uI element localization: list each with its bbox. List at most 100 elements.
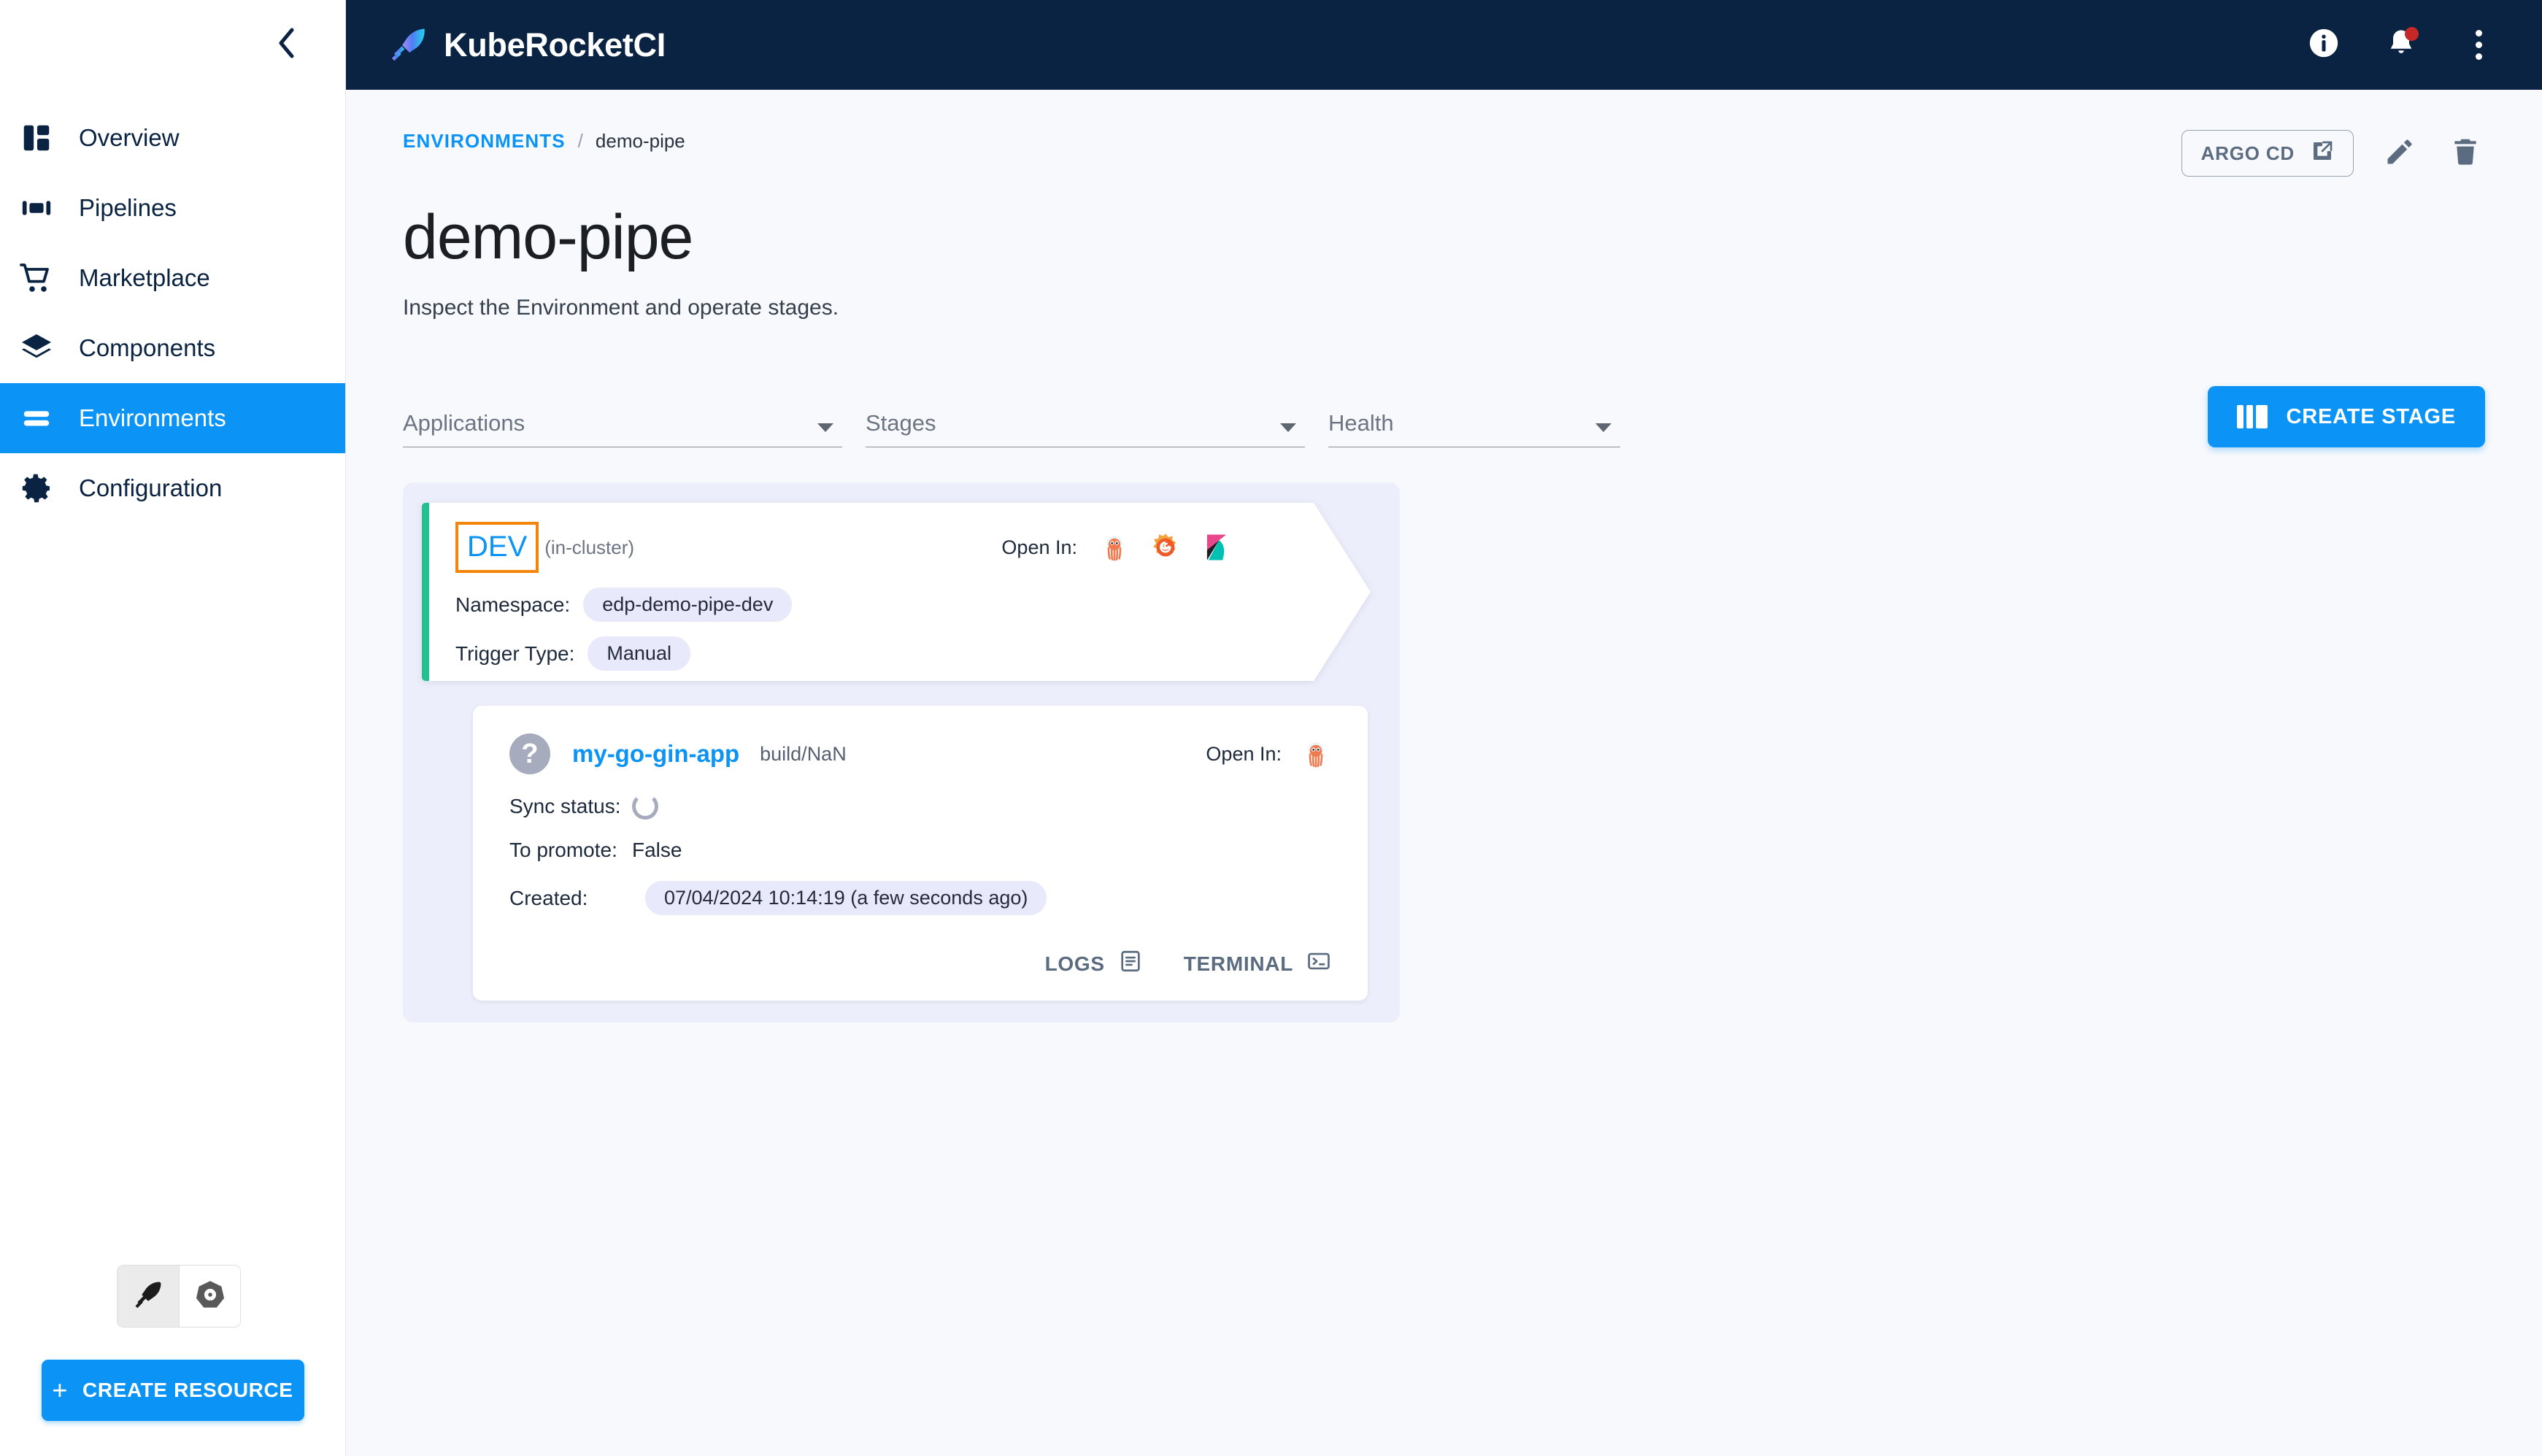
terminal-label: TERMINAL <box>1183 952 1293 975</box>
applications-filter[interactable]: Applications <box>403 410 842 447</box>
health-filter[interactable]: Health <box>1328 410 1620 447</box>
application-to-promote-row: To promote: False <box>509 839 1331 862</box>
rocket-logo-icon <box>390 26 428 64</box>
breadcrumb: ENVIRONMENTS / demo-pipe <box>403 130 685 153</box>
notifications-button[interactable] <box>2381 26 2421 65</box>
stage-namespace-row: Namespace: edp-demo-pipe-dev <box>455 588 1371 622</box>
gear-icon <box>16 468 57 509</box>
loading-spinner-icon <box>632 793 658 820</box>
page-actions: ARGO CD <box>2181 130 2485 177</box>
application-name-link[interactable]: my-go-gin-app <box>572 740 739 768</box>
trash-icon <box>2449 136 2481 172</box>
application-open-in-group: Open In: <box>1206 739 1331 769</box>
stage-open-in-group: Open In: <box>1001 532 1371 563</box>
sidebar-item-label: Overview <box>79 124 180 151</box>
stage-card-dev[interactable]: DEV (in-cluster) Open In: Namespace: edp… <box>422 503 1371 681</box>
application-created-value: 07/04/2024 10:14:19 (a few seconds ago) <box>645 881 1047 915</box>
cart-icon <box>16 258 57 298</box>
application-sync-status-key: Sync status: <box>509 795 621 817</box>
sidebar-item-environments[interactable]: Environments <box>0 383 345 453</box>
document-icon <box>1118 949 1143 979</box>
dashboard-icon <box>16 118 57 158</box>
page-header-row: ENVIRONMENTS / demo-pipe ARGO CD <box>403 130 2485 177</box>
sidebar-item-configuration[interactable]: Configuration <box>0 453 345 523</box>
page-title: demo-pipe <box>403 202 693 272</box>
sidebar-footer: + CREATE RESOURCE <box>0 1265 345 1456</box>
logs-button[interactable]: LOGS <box>1045 949 1143 979</box>
breadcrumb-separator: / <box>577 130 583 152</box>
stages-filter[interactable]: Stages <box>866 410 1305 447</box>
sidebar-item-label: Marketplace <box>79 264 210 291</box>
argo-cd-button[interactable]: ARGO CD <box>2181 130 2354 177</box>
argo-cd-label: ARGO CD <box>2200 142 2295 164</box>
main-content: ENVIRONMENTS / demo-pipe ARGO CD demo-pi… <box>346 90 2542 1456</box>
stage-name-highlight-box: DEV <box>455 522 539 573</box>
kebab-menu-icon <box>2475 30 2482 60</box>
sidebar-item-components[interactable]: Components <box>0 313 345 383</box>
notification-badge <box>2405 26 2419 41</box>
page-subtitle: Inspect the Environment and operate stag… <box>403 296 839 320</box>
external-link-icon <box>2311 139 2334 168</box>
terminal-button[interactable]: TERMINAL <box>1184 949 1331 979</box>
stage-name-link[interactable]: DEV <box>467 532 527 561</box>
pencil-icon <box>2384 136 2416 172</box>
pipeline-container: DEV (in-cluster) Open In: Namespace: edp… <box>403 482 1400 1022</box>
stage-trigger-value: Manual <box>588 636 690 671</box>
create-stage-button[interactable]: CREATE STAGE <box>2207 386 2485 447</box>
application-header: ? my-go-gin-app build/NaN Open In: <box>509 733 1331 774</box>
sidebar-item-pipelines[interactable]: Pipelines <box>0 173 345 243</box>
stage-header: DEV (in-cluster) Open In: <box>455 522 1371 573</box>
sidebar-nav: Overview Pipelines Marketplace Component… <box>0 103 345 523</box>
application-open-in-label: Open In: <box>1206 742 1282 765</box>
application-actions: LOGS TERMINAL <box>509 949 1331 979</box>
layers-icon <box>16 328 57 369</box>
application-created-key: Created: <box>509 886 588 909</box>
stage-namespace-key: Namespace: <box>455 593 571 616</box>
grafana-icon[interactable] <box>1150 532 1181 563</box>
create-resource-button[interactable]: + CREATE RESOURCE <box>41 1360 304 1421</box>
rocket-icon <box>133 1279 163 1314</box>
columns-icon <box>2236 405 2268 428</box>
applications-filter-label: Applications <box>403 410 525 436</box>
chevron-down-icon <box>1595 423 1611 432</box>
argocd-icon[interactable] <box>1099 532 1130 563</box>
info-button[interactable] <box>2304 26 2343 65</box>
breadcrumb-environments-link[interactable]: ENVIRONMENTS <box>403 130 566 153</box>
application-card[interactable]: ? my-go-gin-app build/NaN Open In: Sync … <box>473 706 1368 1001</box>
argocd-icon[interactable] <box>1301 739 1331 769</box>
sidebar-item-marketplace[interactable]: Marketplace <box>0 243 345 313</box>
terminal-icon <box>1306 949 1331 979</box>
edit-button[interactable] <box>2380 134 2419 173</box>
sidebar-header <box>0 0 345 90</box>
view-mode-toggle-group <box>117 1265 241 1328</box>
sidebar-item-overview[interactable]: Overview <box>0 103 345 173</box>
application-created-row: Created: 07/04/2024 10:14:19 (a few seco… <box>509 881 1331 915</box>
logs-label: LOGS <box>1044 952 1105 975</box>
filters-row: Applications Stages Health CREATE STAGE <box>403 386 2485 447</box>
application-build-label: build/NaN <box>760 742 847 765</box>
chevron-down-icon <box>817 423 833 432</box>
sidebar-item-label: Environments <box>79 404 226 431</box>
environments-icon <box>16 398 57 439</box>
pipelines-icon <box>16 188 57 228</box>
chevron-down-icon <box>1280 423 1296 432</box>
stages-filter-label: Stages <box>866 410 936 436</box>
overflow-menu-button[interactable] <box>2459 26 2498 65</box>
kubernetes-icon <box>194 1279 226 1314</box>
create-stage-label: CREATE STAGE <box>2286 404 2456 428</box>
view-toggle-kubernetes[interactable] <box>179 1266 240 1327</box>
app-title: KubeRocketCI <box>444 26 666 63</box>
breadcrumb-current: demo-pipe <box>595 130 685 152</box>
header-actions <box>2304 26 2498 65</box>
unknown-status-icon: ? <box>509 733 550 774</box>
stage-trigger-row: Trigger Type: Manual <box>455 636 1371 671</box>
kibana-icon[interactable] <box>1201 532 1232 563</box>
delete-button[interactable] <box>2446 134 2485 173</box>
chevron-left-icon <box>276 27 298 63</box>
stage-cluster-label: (in-cluster) <box>544 536 635 558</box>
stage-trigger-key: Trigger Type: <box>455 642 575 665</box>
view-toggle-rocket[interactable] <box>118 1266 179 1327</box>
sidebar-item-label: Configuration <box>79 474 223 501</box>
application-sync-status-row: Sync status: <box>509 793 1331 820</box>
sidebar-collapse-button[interactable] <box>271 27 303 63</box>
